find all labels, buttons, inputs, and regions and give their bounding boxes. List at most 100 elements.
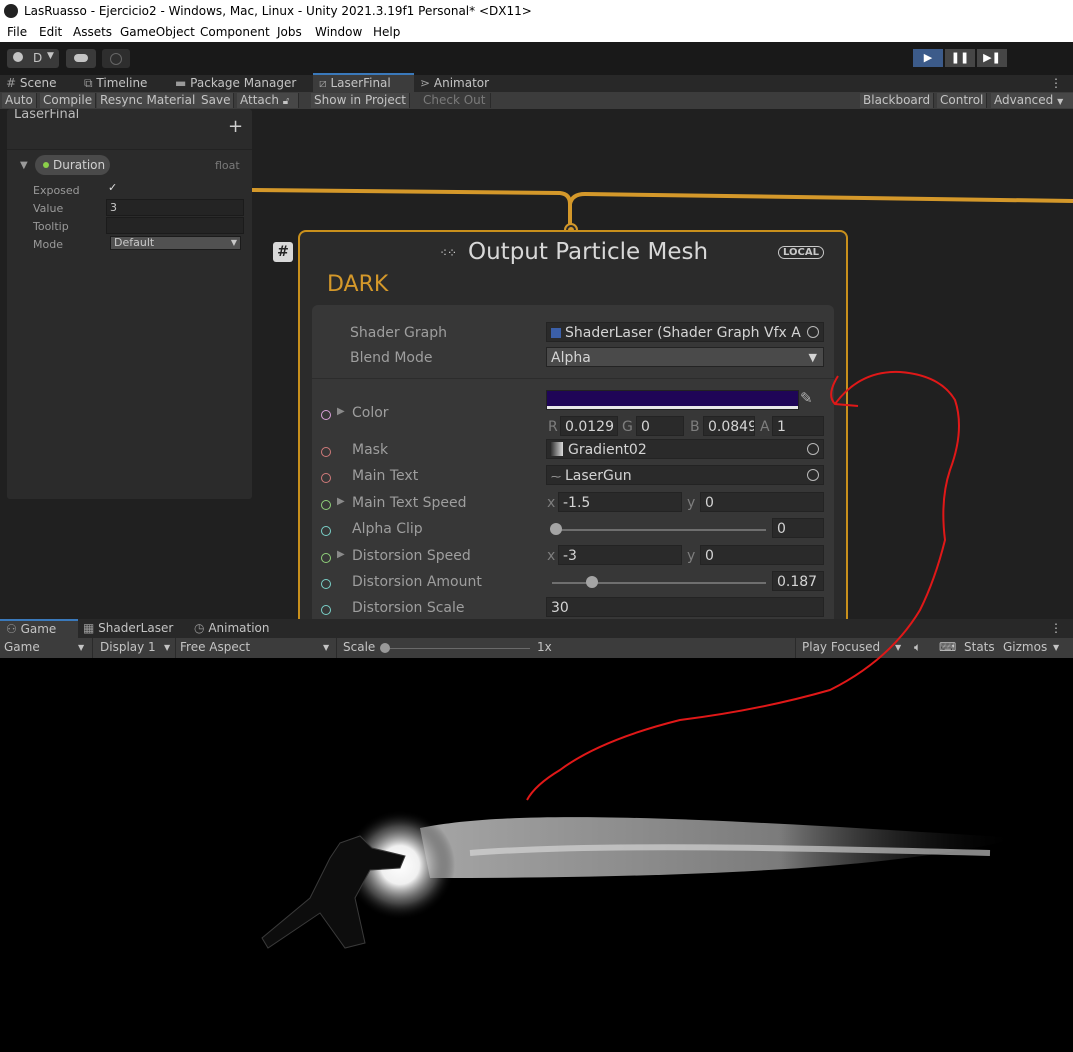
hash-badge[interactable]: #: [273, 242, 293, 262]
object-picker-icon[interactable]: [807, 469, 819, 481]
alpha-clip-slider-knob[interactable]: [550, 523, 562, 535]
more-options-icon[interactable]: ⋮: [1050, 620, 1062, 637]
color-r-field[interactable]: 0.0129: [560, 416, 618, 436]
compile-button[interactable]: Compile: [40, 93, 97, 108]
menu-jobs[interactable]: Jobs: [277, 25, 302, 39]
property-pill[interactable]: Duration: [35, 155, 110, 175]
mask-port[interactable]: [321, 447, 331, 457]
main-text-port[interactable]: [321, 473, 331, 483]
tab-timeline[interactable]: ⧉ Timeline: [84, 75, 147, 92]
game-viewport[interactable]: [0, 658, 1073, 1052]
chevron-down-icon[interactable]: ▼: [1053, 643, 1059, 652]
alpha-clip-label: Alpha Clip: [352, 521, 423, 537]
stats-button[interactable]: Stats: [964, 640, 995, 654]
save-button[interactable]: Save: [198, 93, 235, 108]
distortion-amount-slider-knob[interactable]: [586, 576, 599, 588]
output-particle-mesh-node[interactable]: ⁖⁘ Output Particle Mesh LOCAL DARK Shade…: [298, 230, 848, 619]
scale-slider[interactable]: [384, 648, 530, 649]
value-field[interactable]: 3: [106, 199, 244, 216]
check-out-button[interactable]: Check Out: [420, 93, 491, 108]
scale-slider-knob[interactable]: [380, 643, 390, 653]
tab-package-manager[interactable]: ▬ Package Manager: [175, 75, 296, 92]
chevron-down-icon[interactable]: ▼: [164, 643, 170, 652]
eyedropper-icon[interactable]: ✎: [800, 389, 813, 407]
mode-dropdown[interactable]: Default ▼: [110, 236, 241, 250]
gizmos-button[interactable]: Gizmos: [1003, 640, 1047, 654]
expand-icon[interactable]: ▶: [337, 406, 345, 417]
exposed-checkbox[interactable]: ✓: [108, 181, 117, 194]
menu-help[interactable]: Help: [373, 25, 400, 39]
more-options-icon[interactable]: ⋮: [1050, 75, 1062, 92]
blackboard-button[interactable]: Blackboard: [860, 93, 935, 108]
auto-button[interactable]: Auto: [2, 93, 37, 108]
add-property-button[interactable]: +: [228, 116, 243, 137]
cloud-button[interactable]: [66, 49, 96, 68]
color-g-field[interactable]: 0: [636, 416, 684, 436]
distortion-scale-field[interactable]: 30: [546, 597, 824, 617]
distortion-scale-port[interactable]: [321, 605, 331, 615]
distortion-amount-port[interactable]: [321, 579, 331, 589]
collab-button[interactable]: [102, 49, 130, 68]
menu-gameobject[interactable]: GameObject: [120, 25, 195, 39]
color-b-field[interactable]: 0.0849: [703, 416, 755, 436]
resync-material-button[interactable]: Resync Material: [97, 93, 200, 108]
chevron-down-icon[interactable]: ▼: [895, 643, 901, 652]
expand-icon[interactable]: ▶: [337, 496, 345, 507]
vfx-graph-canvas[interactable]: LaserFinal + ▼ Duration float Exposed ✓ …: [0, 109, 1073, 619]
color-swatch[interactable]: [546, 390, 799, 410]
expand-icon[interactable]: ▶: [337, 549, 345, 560]
main-text-speed-y-field[interactable]: 0: [700, 492, 824, 512]
chevron-down-icon[interactable]: ▼: [78, 643, 84, 652]
main-text-speed-port[interactable]: [321, 500, 331, 510]
shader-graph-field[interactable]: ShaderLaser (Shader Graph Vfx A: [546, 322, 824, 342]
pause-button[interactable]: ❚❚: [945, 49, 975, 67]
advanced-dropdown[interactable]: Advanced ▼: [991, 93, 1073, 108]
main-text-field[interactable]: ⁓ LaserGun: [546, 465, 824, 485]
control-button[interactable]: Control: [937, 93, 988, 108]
object-picker-icon[interactable]: [807, 443, 819, 455]
view-dropdown-label[interactable]: Game: [4, 640, 40, 654]
distortion-speed-x-field[interactable]: -3: [558, 545, 682, 565]
tab-scene[interactable]: # Scene: [6, 75, 56, 92]
account-button[interactable]: D ▼: [7, 49, 59, 68]
attach-button[interactable]: Attach 🔓︎: [237, 93, 299, 108]
menu-edit[interactable]: Edit: [39, 25, 62, 39]
menu-component[interactable]: Component: [200, 25, 270, 39]
keyboard-icon[interactable]: ⌨: [939, 640, 956, 654]
chevron-down-icon[interactable]: ▼: [323, 643, 329, 652]
alpha-clip-field[interactable]: 0: [772, 518, 824, 538]
tooltip-field[interactable]: [106, 217, 244, 234]
alpha-clip-port[interactable]: [321, 526, 331, 536]
menu-assets[interactable]: Assets: [73, 25, 112, 39]
menu-window[interactable]: Window: [315, 25, 362, 39]
distortion-speed-port[interactable]: [321, 553, 331, 563]
tab-laserfinal[interactable]: ⧄ LaserFinal: [313, 73, 414, 92]
distortion-amount-field[interactable]: 0.187: [772, 571, 824, 591]
speaker-icon[interactable]: 🔈︎: [914, 640, 921, 655]
color-port[interactable]: [321, 410, 331, 420]
step-button[interactable]: ▶❚: [977, 49, 1007, 67]
tab-game[interactable]: ⚇ Game: [0, 619, 78, 640]
play-mode-dropdown-label[interactable]: Play Focused: [802, 640, 880, 654]
tab-animator[interactable]: ⋗ Animator: [420, 75, 489, 92]
blend-mode-value: Alpha: [551, 350, 591, 366]
display-dropdown-label[interactable]: Display 1: [100, 640, 156, 654]
aspect-dropdown-label[interactable]: Free Aspect: [180, 640, 250, 654]
mask-field[interactable]: Gradient02: [546, 439, 824, 459]
main-text-value: LaserGun: [565, 468, 632, 484]
distortion-speed-y-field[interactable]: 0: [700, 545, 824, 565]
color-a-label: A: [760, 419, 770, 435]
blend-mode-dropdown[interactable]: Alpha ▼: [546, 347, 824, 367]
color-a-field[interactable]: 1: [772, 416, 824, 436]
main-text-speed-x-field[interactable]: -1.5: [558, 492, 682, 512]
show-in-project-button[interactable]: Show in Project: [311, 93, 411, 108]
distortion-amount-slider[interactable]: [552, 582, 766, 584]
alpha-clip-slider[interactable]: [556, 529, 766, 531]
play-button[interactable]: ▶: [913, 49, 943, 67]
space-badge[interactable]: LOCAL: [778, 246, 824, 259]
chevron-down-icon[interactable]: ▼: [20, 160, 28, 171]
tab-animation[interactable]: ◷ Animation: [194, 620, 270, 637]
menu-file[interactable]: File: [7, 25, 27, 39]
object-picker-icon[interactable]: [807, 326, 819, 338]
tab-shaderlaser[interactable]: ▦ ShaderLaser: [83, 620, 173, 637]
